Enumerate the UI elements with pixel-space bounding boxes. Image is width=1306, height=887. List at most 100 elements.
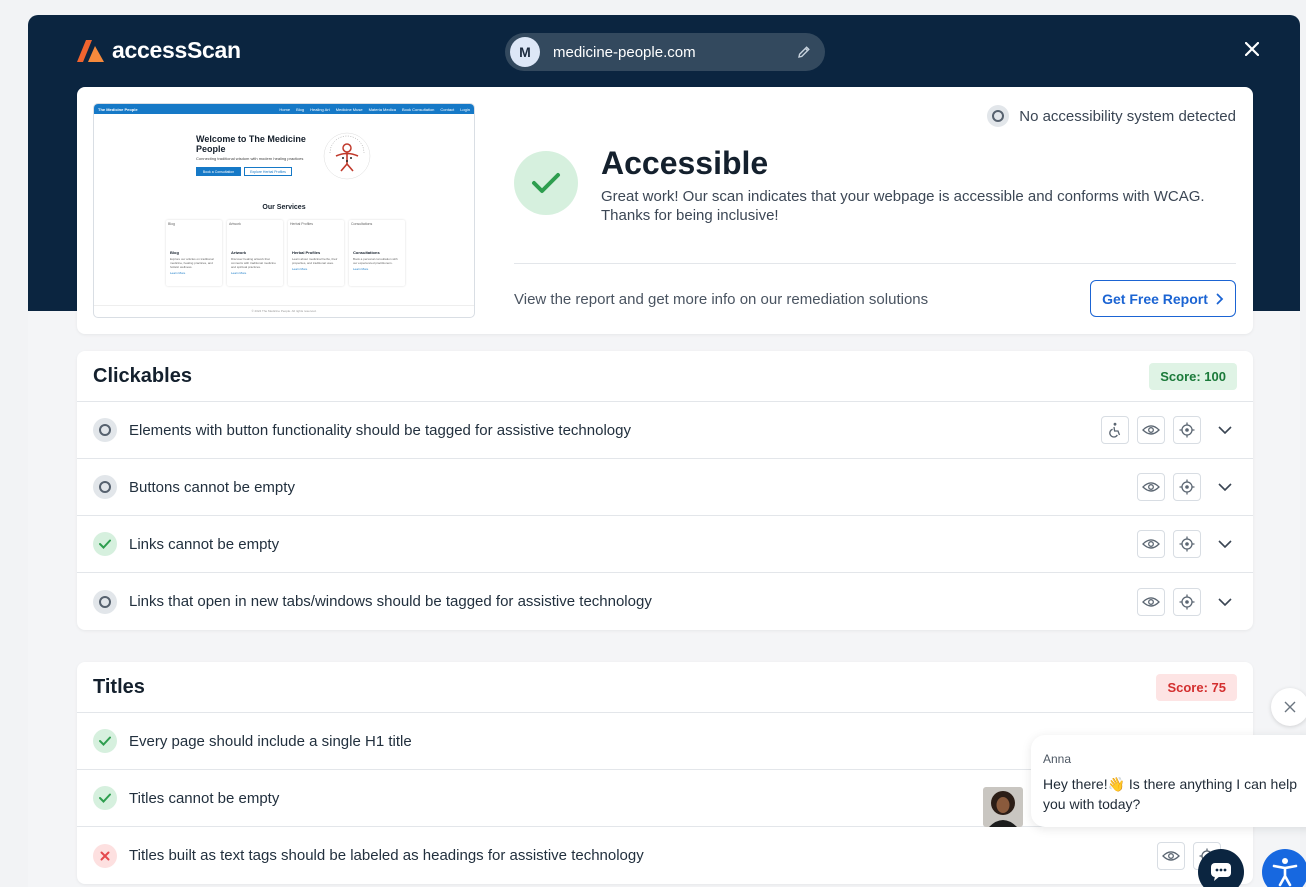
preview-card-link: Learn More bbox=[353, 267, 369, 271]
accessible-check-icon bbox=[514, 151, 578, 215]
audit-row[interactable]: Titles built as text tags should be labe… bbox=[77, 827, 1253, 884]
chat-icon bbox=[1211, 863, 1231, 881]
x-icon bbox=[93, 843, 117, 868]
preview-nav-item: Medicine Muse bbox=[335, 106, 363, 112]
pencil-icon[interactable] bbox=[797, 45, 811, 59]
preview-nav-item: Home bbox=[279, 106, 291, 112]
accessibility-person-icon bbox=[1272, 858, 1298, 887]
audit-row-label: Elements with button functionality shoul… bbox=[129, 421, 631, 439]
neutral-status-icon bbox=[93, 418, 117, 442]
preview-card-title: Blog bbox=[170, 250, 179, 255]
audit-row-label: Links that open in new tabs/windows shou… bbox=[129, 593, 652, 610]
preview-service-card: Herbal Profiles Herbal Profiles Learn ab… bbox=[288, 220, 344, 286]
target-icon[interactable] bbox=[1173, 416, 1201, 444]
preview-card-text: Discover healing artwork that connects w… bbox=[231, 257, 276, 269]
section-title: Titles bbox=[93, 675, 145, 698]
preview-nav-item: Book Consultation bbox=[401, 106, 435, 112]
preview-emblem-logo bbox=[323, 132, 371, 180]
site-avatar: M bbox=[510, 37, 540, 67]
preview-service-card: Artwork Artwork Discover healing artwork… bbox=[227, 220, 283, 286]
wheelchair-icon[interactable] bbox=[1101, 416, 1129, 444]
app-logo: accessScan bbox=[77, 37, 241, 64]
chat-launcher-button[interactable] bbox=[1198, 849, 1244, 887]
audit-row-label: Titles built as text tags should be labe… bbox=[129, 847, 644, 864]
no-system-label: No accessibility system detected bbox=[1019, 107, 1236, 125]
chevron-down-icon[interactable] bbox=[1217, 536, 1233, 552]
preview-nav-item: Materia Medica bbox=[368, 106, 396, 112]
preview-service-card: Consultations Consultations Book a perso… bbox=[349, 220, 405, 286]
score-badge: Score: 100 bbox=[1149, 362, 1237, 390]
neutral-status-icon bbox=[93, 475, 117, 499]
target-icon[interactable] bbox=[1173, 530, 1201, 558]
preview-nav-item: Healing Art bbox=[310, 106, 330, 112]
chevron-down-icon[interactable] bbox=[1217, 479, 1233, 495]
preview-card-title: Artwork bbox=[231, 250, 247, 255]
eye-icon[interactable] bbox=[1137, 530, 1165, 558]
eye-icon[interactable] bbox=[1137, 416, 1165, 444]
preview-site-name: The Medicine People bbox=[98, 106, 138, 112]
site-preview-thumbnail: The Medicine People Home Blog Healing Ar… bbox=[93, 103, 475, 318]
chat-close-icon[interactable] bbox=[1271, 688, 1306, 726]
target-icon[interactable] bbox=[1173, 473, 1201, 501]
score-badge: Score: 75 bbox=[1156, 673, 1237, 701]
preview-heading: Welcome to The Medicine People bbox=[196, 134, 306, 154]
preview-card-link: Learn More bbox=[170, 271, 186, 275]
preview-services-title: Our Services bbox=[262, 204, 306, 211]
preview-subheading: Connecting traditional wisdom with moder… bbox=[196, 156, 304, 161]
audit-row[interactable]: Elements with button functionality shoul… bbox=[77, 402, 1253, 459]
chevron-down-icon[interactable] bbox=[1217, 594, 1233, 610]
check-icon bbox=[93, 729, 117, 753]
section-header: Titles Score: 75 bbox=[77, 662, 1253, 713]
section-title: Clickables bbox=[93, 364, 192, 387]
preview-service-card: Blog Blog Explore our articles on tradit… bbox=[166, 220, 222, 286]
preview-card-image-alt: Consultations bbox=[351, 222, 373, 226]
close-icon[interactable] bbox=[1242, 39, 1262, 59]
check-icon bbox=[93, 786, 117, 810]
preview-nav-item: Login bbox=[460, 106, 470, 112]
report-button-label: Get Free Report bbox=[1102, 290, 1208, 307]
chevron-down-icon[interactable] bbox=[1217, 422, 1233, 438]
get-free-report-button[interactable]: Get Free Report bbox=[1090, 280, 1236, 317]
preview-footer: © 2024 The Medicine People. All rights r… bbox=[94, 305, 474, 315]
preview-secondary-button: Explore Herbal Profiles bbox=[244, 167, 292, 176]
divider bbox=[514, 263, 1236, 264]
scanned-domain: medicine-people.com bbox=[553, 43, 696, 61]
preview-card-title: Herbal Profiles bbox=[292, 250, 321, 255]
chat-message-text: Hey there!👋 Is there anything I can help… bbox=[1043, 776, 1298, 812]
chat-agent-avatar bbox=[983, 787, 1023, 827]
preview-card-image-alt: Artwork bbox=[229, 222, 241, 226]
preview-nav-item: Contact bbox=[440, 106, 455, 112]
audit-row-label: Links cannot be empty bbox=[129, 535, 280, 553]
neutral-status-icon bbox=[987, 105, 1010, 127]
audit-row[interactable]: Links cannot be empty bbox=[77, 516, 1253, 573]
neutral-status-icon bbox=[93, 589, 117, 614]
audit-row[interactable]: Buttons cannot be empty bbox=[77, 459, 1253, 516]
preview-card-text: Book a personal consultation with our ex… bbox=[353, 257, 398, 265]
audit-row[interactable]: Links that open in new tabs/windows shou… bbox=[77, 573, 1253, 630]
section-header: Clickables Score: 100 bbox=[77, 351, 1253, 402]
preview-navbar: The Medicine People Home Blog Healing Ar… bbox=[94, 104, 474, 114]
app-name: accessScan bbox=[112, 37, 241, 63]
eye-icon[interactable] bbox=[1137, 473, 1165, 501]
preview-card-title: Consultations bbox=[353, 250, 380, 255]
preview-primary-button: Book a Consultation bbox=[196, 167, 241, 176]
audit-row-label: Buttons cannot be empty bbox=[129, 478, 295, 496]
chat-agent-name: Anna bbox=[1043, 752, 1072, 766]
accessibility-widget-button[interactable] bbox=[1262, 849, 1306, 887]
chevron-right-icon bbox=[1216, 293, 1224, 304]
check-icon bbox=[93, 532, 117, 556]
url-bar[interactable]: M medicine-people.com bbox=[505, 33, 825, 71]
remediation-text: View the report and get more info on our… bbox=[514, 291, 929, 308]
section-clickables: Clickables Score: 100 Elements with butt… bbox=[77, 351, 1253, 630]
preview-card-image-alt: Herbal Profiles bbox=[290, 222, 313, 226]
preview-nav-item: Blog bbox=[296, 106, 305, 112]
accessibility-system-indicator: No accessibility system detected bbox=[987, 105, 1236, 127]
eye-icon[interactable] bbox=[1157, 841, 1185, 870]
target-icon[interactable] bbox=[1173, 587, 1201, 616]
preview-card-image-alt: Blog bbox=[168, 222, 176, 226]
preview-card-text: Explore our articles on traditional medi… bbox=[170, 257, 214, 269]
eye-icon[interactable] bbox=[1137, 587, 1165, 616]
status-title: Accessible bbox=[601, 145, 769, 181]
status-description: Great work! Our scan indicates that your… bbox=[601, 188, 1205, 224]
chat-message-bubble[interactable]: Anna Hey there!👋 Is there anything I can… bbox=[1031, 735, 1306, 827]
